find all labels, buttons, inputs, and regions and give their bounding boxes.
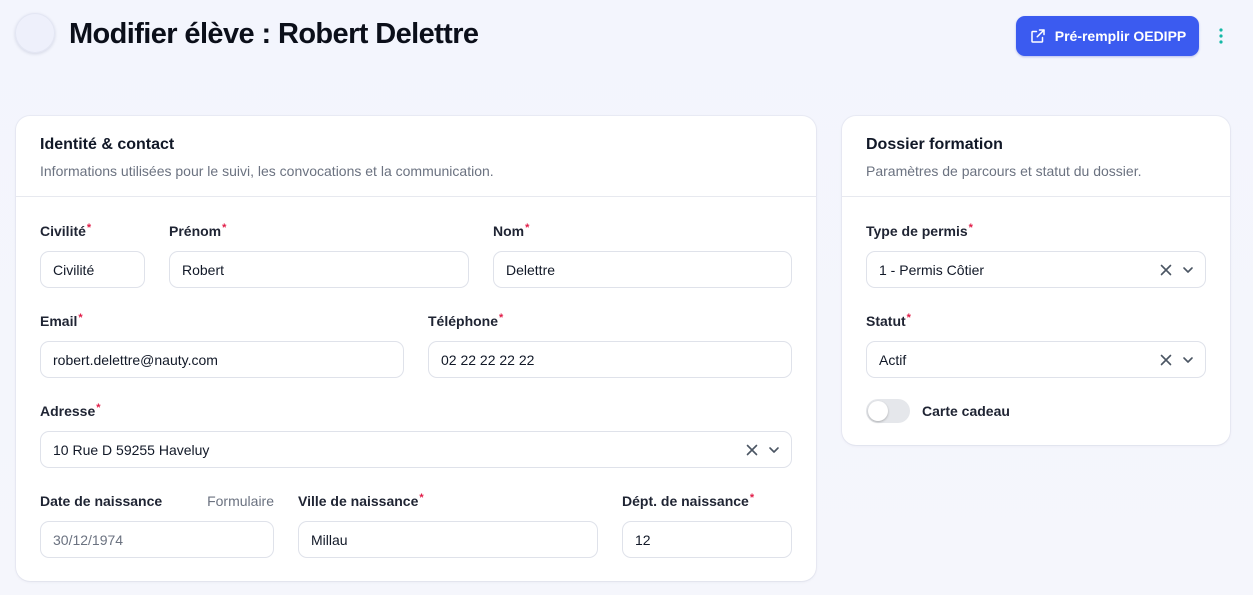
email-field: Email* robert.delettre@nauty.com xyxy=(40,312,404,378)
prenom-field: Prénom* Robert xyxy=(169,222,469,288)
chevron-down-icon[interactable] xyxy=(767,443,781,457)
statut-field: Statut* Actif xyxy=(866,312,1206,378)
date-naissance-hint: Formulaire xyxy=(207,493,274,509)
carte-cadeau-label: Carte cadeau xyxy=(922,403,1010,419)
ville-naissance-field: Ville de naissance* Millau xyxy=(298,492,598,558)
required-marker: * xyxy=(96,402,101,414)
more-actions-button[interactable] xyxy=(1210,24,1232,48)
carte-cadeau-toggle[interactable] xyxy=(866,399,910,423)
required-marker: * xyxy=(906,312,911,324)
chevron-down-icon[interactable] xyxy=(1181,353,1195,367)
external-link-icon xyxy=(1031,29,1045,43)
telephone-label: Téléphone xyxy=(428,313,499,329)
identity-contact-card: Identité & contact Informations utilisée… xyxy=(16,116,816,581)
clear-icon[interactable] xyxy=(745,443,759,457)
page-title: Modifier élève : Robert Delettre xyxy=(69,18,479,50)
civilite-label: Civilité xyxy=(40,223,86,239)
identity-card-title: Identité & contact xyxy=(40,136,175,153)
chevron-down-icon[interactable] xyxy=(1181,263,1195,277)
dept-naissance-label: Dépt. de naissance xyxy=(622,493,749,509)
avatar[interactable] xyxy=(15,13,55,53)
prenom-input[interactable]: Robert xyxy=(169,251,469,288)
identity-card-description: Informations utilisées pour le suivi, le… xyxy=(40,163,494,179)
adresse-label: Adresse xyxy=(40,403,96,419)
dossier-formation-card: Dossier formation Paramètres de parcours… xyxy=(842,116,1230,445)
clear-icon[interactable] xyxy=(1159,263,1173,277)
edit-student-page: Modifier élève : Robert Delettre Pré-rem… xyxy=(0,0,1253,595)
date-naissance-label: Date de naissance xyxy=(40,493,163,509)
toggle-knob xyxy=(868,401,888,421)
dept-naissance-input[interactable]: 12 xyxy=(622,521,792,558)
adresse-value: 10 Rue D 59255 Haveluy xyxy=(53,441,210,458)
required-marker: * xyxy=(86,222,92,234)
date-naissance-field: Date de naissance Formulaire 30/12/1974 xyxy=(40,493,274,558)
nom-label: Nom xyxy=(493,223,525,239)
nom-input[interactable]: Delettre xyxy=(493,251,792,288)
identity-card-header: Identité & contact Informations utilisée… xyxy=(16,116,816,197)
statut-value: Actif xyxy=(879,351,907,368)
email-input[interactable]: robert.delettre@nauty.com xyxy=(40,341,404,378)
required-marker: * xyxy=(419,492,424,504)
adresse-field: Adresse* 10 Rue D 59255 Haveluy xyxy=(40,402,792,468)
clear-icon[interactable] xyxy=(1159,353,1173,367)
ville-naissance-label: Ville de naissance xyxy=(298,493,419,509)
required-marker: * xyxy=(968,222,973,234)
date-naissance-input[interactable]: 30/12/1974 xyxy=(40,521,274,558)
required-marker: * xyxy=(749,492,755,504)
carte-cadeau-row: Carte cadeau xyxy=(866,399,1010,423)
email-label: Email xyxy=(40,313,78,329)
required-marker: * xyxy=(499,312,504,324)
prenom-label: Prénom xyxy=(169,223,222,239)
telephone-field: Téléphone* 02 22 22 22 22 xyxy=(428,312,792,378)
adresse-select[interactable]: 10 Rue D 59255 Haveluy xyxy=(40,431,792,468)
prefill-oedipp-label: Pré-remplir OEDIPP xyxy=(1054,28,1187,44)
dossier-card-header: Dossier formation Paramètres de parcours… xyxy=(842,116,1230,197)
dept-naissance-field: Dépt. de naissance* 12 xyxy=(622,492,792,558)
required-marker: * xyxy=(78,312,83,324)
prefill-oedipp-button[interactable]: Pré-remplir OEDIPP xyxy=(1016,16,1199,56)
statut-label: Statut xyxy=(866,313,906,329)
dossier-card-description: Paramètres de parcours et statut du doss… xyxy=(866,163,1142,179)
dossier-card-title: Dossier formation xyxy=(866,136,1003,153)
type-permis-field: Type de permis* 1 - Permis Côtier xyxy=(866,222,1206,288)
civilite-field: Civilité* Civilité xyxy=(40,222,145,288)
statut-select[interactable]: Actif xyxy=(866,341,1206,378)
civilite-select[interactable]: Civilité xyxy=(40,251,145,288)
type-permis-label: Type de permis xyxy=(866,223,968,239)
type-permis-value: 1 - Permis Côtier xyxy=(879,261,985,278)
telephone-input[interactable]: 02 22 22 22 22 xyxy=(428,341,792,378)
nom-field: Nom* Delettre xyxy=(493,222,792,288)
ville-naissance-input[interactable]: Millau xyxy=(298,521,598,558)
required-marker: * xyxy=(525,222,530,234)
required-marker: * xyxy=(222,222,227,234)
type-permis-select[interactable]: 1 - Permis Côtier xyxy=(866,251,1206,288)
more-vertical-icon xyxy=(1219,28,1223,44)
